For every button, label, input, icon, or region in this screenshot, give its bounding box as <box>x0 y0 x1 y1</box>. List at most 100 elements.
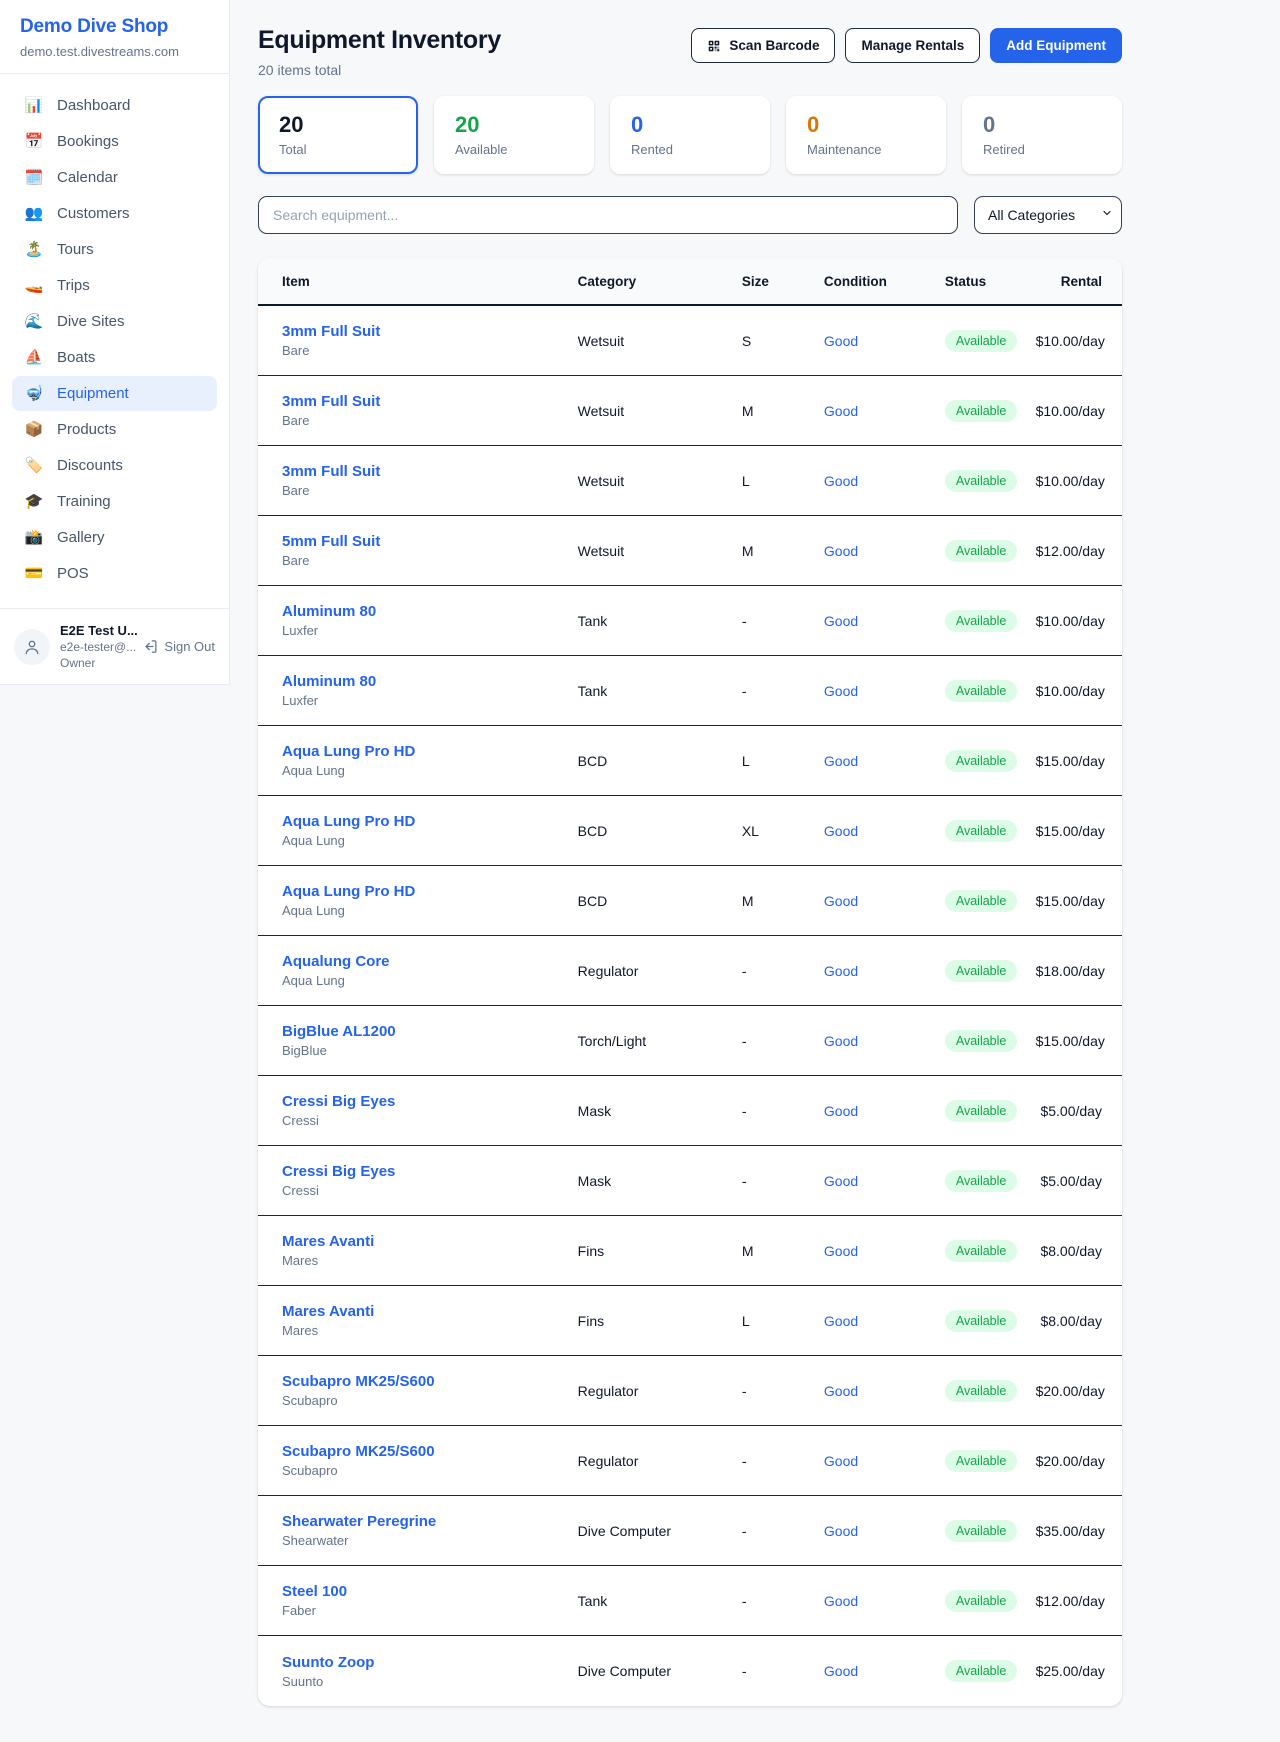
item-name-link[interactable]: Shearwater Peregrine <box>282 1513 578 1530</box>
item-cell: Cressi Big EyesCressi <box>258 1163 578 1198</box>
barcode-icon <box>707 39 721 53</box>
status-cell: Available <box>945 960 1036 982</box>
rental-price: $12.00/day <box>1036 543 1122 559</box>
condition-link[interactable]: Good <box>824 1243 945 1259</box>
sidebar-item-pos[interactable]: 💳POS <box>12 556 217 591</box>
stats-row: 20Total20Available0Rented0Maintenance0Re… <box>258 96 1122 174</box>
item-name-link[interactable]: Cressi Big Eyes <box>282 1093 578 1110</box>
item-name-link[interactable]: Aqua Lung Pro HD <box>282 883 578 900</box>
stat-card-available[interactable]: 20Available <box>434 96 594 174</box>
size-cell: - <box>742 683 824 699</box>
condition-link[interactable]: Good <box>824 893 945 909</box>
rental-price: $10.00/day <box>1036 333 1122 349</box>
category-filter[interactable]: All Categories <box>974 196 1122 234</box>
item-name-link[interactable]: Steel 100 <box>282 1583 578 1600</box>
item-name-link[interactable]: 5mm Full Suit <box>282 533 578 550</box>
item-name-link[interactable]: Aqualung Core <box>282 953 578 970</box>
sign-out-button[interactable]: Sign Out <box>143 639 215 654</box>
condition-link[interactable]: Good <box>824 1663 945 1679</box>
condition-link[interactable]: Good <box>824 963 945 979</box>
page-header: Equipment Inventory 20 items total Scan … <box>258 26 1122 78</box>
condition-link[interactable]: Good <box>824 1173 945 1189</box>
sidebar-item-tours[interactable]: 🏝️Tours <box>12 232 217 267</box>
category-cell: Tank <box>578 1593 742 1609</box>
status-cell: Available <box>945 400 1036 422</box>
search-input[interactable] <box>258 196 958 234</box>
item-name-link[interactable]: Suunto Zoop <box>282 1654 578 1671</box>
condition-link[interactable]: Good <box>824 1103 945 1119</box>
avatar <box>14 629 50 665</box>
stat-card-maintenance[interactable]: 0Maintenance <box>786 96 946 174</box>
condition-link[interactable]: Good <box>824 1383 945 1399</box>
table-row: 3mm Full SuitBareWetsuitMGoodAvailable$1… <box>258 376 1122 446</box>
condition-link[interactable]: Good <box>824 683 945 699</box>
item-name-link[interactable]: Aluminum 80 <box>282 673 578 690</box>
sidebar-item-discounts[interactable]: 🏷️Discounts <box>12 448 217 483</box>
sidebar-item-label: Dive Sites <box>57 313 125 330</box>
item-name-link[interactable]: Aluminum 80 <box>282 603 578 620</box>
item-name-link[interactable]: Mares Avanti <box>282 1303 578 1320</box>
condition-link[interactable]: Good <box>824 403 945 419</box>
condition-link[interactable]: Good <box>824 333 945 349</box>
sidebar-item-label: Products <box>57 421 116 438</box>
category-cell: Mask <box>578 1103 742 1119</box>
condition-link[interactable]: Good <box>824 613 945 629</box>
rental-price: $8.00/day <box>1036 1313 1122 1329</box>
col-header-category: Category <box>578 274 742 289</box>
item-brand: Scubapro <box>282 1393 578 1408</box>
sidebar-item-products[interactable]: 📦Products <box>12 412 217 447</box>
item-name-link[interactable]: Scubapro MK25/S600 <box>282 1443 578 1460</box>
condition-link[interactable]: Good <box>824 1523 945 1539</box>
item-name-link[interactable]: 3mm Full Suit <box>282 393 578 410</box>
sidebar-item-gallery[interactable]: 📸Gallery <box>12 520 217 555</box>
size-cell: - <box>742 613 824 629</box>
condition-link[interactable]: Good <box>824 1453 945 1469</box>
sidebar-item-dashboard[interactable]: 📊Dashboard <box>12 88 217 123</box>
sidebar-item-bookings[interactable]: 📅Bookings <box>12 124 217 159</box>
item-name-link[interactable]: Cressi Big Eyes <box>282 1163 578 1180</box>
sidebar-item-trips[interactable]: 🚤Trips <box>12 268 217 303</box>
item-name-link[interactable]: BigBlue AL1200 <box>282 1023 578 1040</box>
item-name-link[interactable]: 3mm Full Suit <box>282 323 578 340</box>
item-name-link[interactable]: Aqua Lung Pro HD <box>282 743 578 760</box>
condition-link[interactable]: Good <box>824 753 945 769</box>
item-name-link[interactable]: 3mm Full Suit <box>282 463 578 480</box>
condition-link[interactable]: Good <box>824 1313 945 1329</box>
col-header-condition: Condition <box>824 274 945 289</box>
manage-rentals-button[interactable]: Manage Rentals <box>845 28 980 63</box>
status-badge: Available <box>945 400 1018 422</box>
table-row: Scubapro MK25/S600ScubaproRegulator-Good… <box>258 1356 1122 1426</box>
item-name-link[interactable]: Mares Avanti <box>282 1233 578 1250</box>
sidebar-item-label: Discounts <box>57 457 123 474</box>
status-cell: Available <box>945 1100 1036 1122</box>
add-equipment-button[interactable]: Add Equipment <box>990 28 1122 63</box>
stat-card-retired[interactable]: 0Retired <box>962 96 1122 174</box>
condition-link[interactable]: Good <box>824 473 945 489</box>
condition-link[interactable]: Good <box>824 823 945 839</box>
condition-link[interactable]: Good <box>824 1593 945 1609</box>
rental-price: $15.00/day <box>1036 1033 1122 1049</box>
sidebar-item-boats[interactable]: ⛵Boats <box>12 340 217 375</box>
brand-title[interactable]: Demo Dive Shop <box>20 16 209 38</box>
status-badge: Available <box>945 750 1018 772</box>
item-name-link[interactable]: Scubapro MK25/S600 <box>282 1373 578 1390</box>
sidebar-item-calendar[interactable]: 🗓️Calendar <box>12 160 217 195</box>
scan-barcode-button[interactable]: Scan Barcode <box>691 28 835 63</box>
user-email: e2e-tester@... <box>60 640 133 654</box>
item-cell: 3mm Full SuitBare <box>258 463 578 498</box>
stat-card-rented[interactable]: 0Rented <box>610 96 770 174</box>
category-cell: Dive Computer <box>578 1663 742 1679</box>
size-cell: - <box>742 1383 824 1399</box>
status-badge: Available <box>945 1310 1018 1332</box>
table-row: 3mm Full SuitBareWetsuitSGoodAvailable$1… <box>258 306 1122 376</box>
condition-link[interactable]: Good <box>824 543 945 559</box>
sidebar-item-dive-sites[interactable]: 🌊Dive Sites <box>12 304 217 339</box>
sidebar-item-training[interactable]: 🎓Training <box>12 484 217 519</box>
sidebar-item-customers[interactable]: 👥Customers <box>12 196 217 231</box>
item-name-link[interactable]: Aqua Lung Pro HD <box>282 813 578 830</box>
rental-price: $35.00/day <box>1036 1523 1122 1539</box>
sidebar-item-equipment[interactable]: 🤿Equipment <box>12 376 217 411</box>
stat-card-total[interactable]: 20Total <box>258 96 418 174</box>
status-badge: Available <box>945 1660 1018 1682</box>
condition-link[interactable]: Good <box>824 1033 945 1049</box>
